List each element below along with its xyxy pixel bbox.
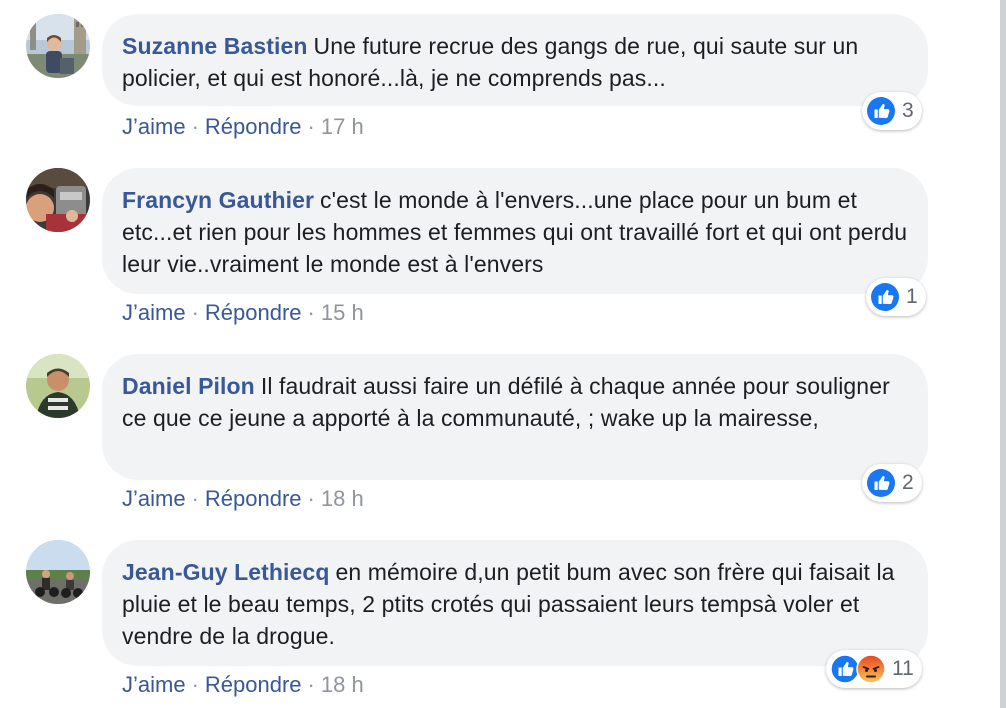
avatar-photo: [26, 540, 90, 604]
comment-actions: J’aime · Répondre · 15 h: [122, 300, 364, 326]
reaction-count: 1: [906, 285, 918, 308]
reaction-summary[interactable]: 3: [862, 92, 922, 130]
comment-author[interactable]: Suzanne Bastien: [122, 33, 308, 59]
comment-bubble: Daniel Pilon Il faudrait aussi faire un d…: [102, 354, 928, 480]
reaction-count: 2: [902, 471, 914, 494]
avatar-photo: [26, 14, 90, 78]
separator-dot: ·: [307, 486, 315, 511]
avatar[interactable]: [26, 354, 90, 418]
avatar[interactable]: [26, 14, 90, 78]
comment-bubble: Francyn Gauthier c'est le monde à l'enver…: [102, 168, 928, 294]
reaction-count: 11: [892, 657, 914, 680]
reply-link[interactable]: Répondre: [205, 114, 302, 139]
like-link[interactable]: J’aime: [122, 114, 186, 139]
like-link[interactable]: J’aime: [122, 672, 186, 697]
like-icon: [867, 97, 895, 125]
reaction-summary[interactable]: 11: [826, 650, 922, 688]
separator-dot: ·: [307, 300, 315, 325]
reaction-summary[interactable]: 2: [862, 464, 922, 502]
like-link[interactable]: J’aime: [122, 486, 186, 511]
reply-link[interactable]: Répondre: [205, 486, 302, 511]
avatar-photo: [26, 354, 90, 418]
comment-timestamp[interactable]: 18 h: [321, 672, 364, 697]
comment-bubble: Suzanne Bastien Une future recrue des gan…: [102, 14, 928, 106]
separator-dot: ·: [191, 114, 199, 139]
comment-bubble: Jean-Guy Lethiecq en mémoire d,un petit b…: [102, 540, 928, 666]
reply-link[interactable]: Répondre: [205, 672, 302, 697]
comment-actions: J’aime · Répondre · 18 h: [122, 486, 364, 512]
reply-link[interactable]: Répondre: [205, 300, 302, 325]
separator-dot: ·: [191, 672, 199, 697]
comment-author[interactable]: Jean-Guy Lethiecq: [122, 559, 329, 585]
like-icon: [871, 283, 899, 311]
separator-dot: ·: [191, 300, 199, 325]
reaction-summary[interactable]: 1: [866, 278, 926, 316]
avatar[interactable]: [26, 540, 90, 604]
avatar-photo: [26, 168, 90, 232]
separator-dot: ·: [307, 114, 315, 139]
reaction-count: 3: [902, 99, 914, 122]
scrollbar-track[interactable]: [1000, 0, 1006, 708]
comment-actions: J’aime · Répondre · 18 h: [122, 672, 364, 698]
comment-timestamp[interactable]: 17 h: [321, 114, 364, 139]
separator-dot: ·: [191, 486, 199, 511]
angry-icon: [856, 654, 886, 684]
comment-author[interactable]: Daniel Pilon: [122, 373, 255, 399]
separator-dot: ·: [307, 672, 315, 697]
like-icon: [867, 469, 895, 497]
comment-timestamp[interactable]: 15 h: [321, 300, 364, 325]
like-link[interactable]: J’aime: [122, 300, 186, 325]
comment-actions: J’aime · Répondre · 17 h: [122, 114, 364, 140]
comment-author[interactable]: Francyn Gauthier: [122, 187, 314, 213]
comment-timestamp[interactable]: 18 h: [321, 486, 364, 511]
avatar[interactable]: [26, 168, 90, 232]
